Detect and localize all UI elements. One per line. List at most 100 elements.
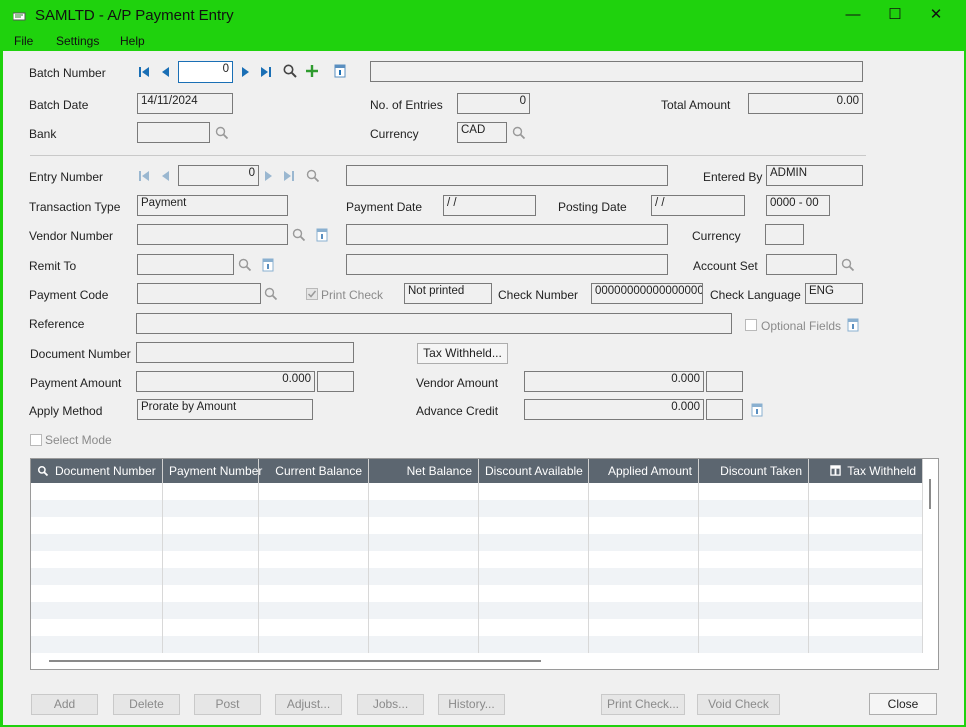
table-cell[interactable] bbox=[163, 619, 259, 636]
column-header-current-balance[interactable]: Current Balance bbox=[259, 459, 369, 483]
table-cell[interactable] bbox=[259, 568, 369, 585]
next-batch-icon[interactable] bbox=[237, 64, 253, 80]
batch-info-icon[interactable] bbox=[332, 63, 348, 79]
table-row[interactable] bbox=[31, 551, 923, 568]
table-cell[interactable] bbox=[479, 551, 589, 568]
table-cell[interactable] bbox=[31, 483, 163, 500]
column-header-discount-available[interactable]: Discount Available bbox=[479, 459, 589, 483]
table-cell[interactable] bbox=[31, 534, 163, 551]
document-number-field[interactable] bbox=[136, 342, 354, 363]
print-check-button[interactable]: Print Check... bbox=[601, 694, 685, 715]
menu-file[interactable]: File bbox=[14, 34, 33, 48]
table-cell[interactable] bbox=[699, 636, 809, 653]
table-cell[interactable] bbox=[369, 602, 479, 619]
table-cell[interactable] bbox=[809, 636, 923, 653]
vendor-info-icon[interactable] bbox=[314, 227, 330, 243]
close-window-button[interactable]: ✕ bbox=[921, 4, 951, 26]
batch-finder-icon[interactable] bbox=[282, 63, 298, 79]
search-icon[interactable] bbox=[37, 465, 49, 477]
table-row[interactable] bbox=[31, 568, 923, 585]
table-cell[interactable] bbox=[163, 517, 259, 534]
table-cell[interactable] bbox=[479, 636, 589, 653]
table-cell[interactable] bbox=[699, 517, 809, 534]
payment-code-field[interactable] bbox=[137, 283, 261, 304]
table-row[interactable] bbox=[31, 483, 923, 500]
table-cell[interactable] bbox=[699, 602, 809, 619]
minimize-button[interactable]: — bbox=[838, 4, 868, 26]
table-cell[interactable] bbox=[589, 534, 699, 551]
menu-help[interactable]: Help bbox=[120, 34, 145, 48]
table-cell[interactable] bbox=[589, 585, 699, 602]
next-entry-icon[interactable] bbox=[260, 168, 276, 184]
previous-entry-icon[interactable] bbox=[157, 168, 173, 184]
table-cell[interactable] bbox=[163, 534, 259, 551]
last-batch-icon[interactable] bbox=[258, 64, 274, 80]
table-cell[interactable] bbox=[369, 551, 479, 568]
horizontal-scrollbar[interactable] bbox=[31, 655, 923, 669]
table-cell[interactable] bbox=[259, 636, 369, 653]
table-cell[interactable] bbox=[369, 585, 479, 602]
table-cell[interactable] bbox=[699, 585, 809, 602]
table-cell[interactable] bbox=[479, 585, 589, 602]
table-cell[interactable] bbox=[259, 602, 369, 619]
tax-withheld-button[interactable]: Tax Withheld... bbox=[417, 343, 508, 364]
table-cell[interactable] bbox=[589, 551, 699, 568]
table-cell[interactable] bbox=[31, 602, 163, 619]
table-cell[interactable] bbox=[163, 585, 259, 602]
vertical-scrollbar[interactable] bbox=[923, 459, 938, 655]
table-cell[interactable] bbox=[589, 500, 699, 517]
delete-button[interactable]: Delete bbox=[113, 694, 180, 715]
table-cell[interactable] bbox=[809, 483, 923, 500]
void-check-button[interactable]: Void Check bbox=[697, 694, 780, 715]
select-mode-checkbox[interactable] bbox=[30, 434, 42, 446]
close-button[interactable]: Close bbox=[869, 693, 937, 715]
table-cell[interactable] bbox=[259, 585, 369, 602]
table-cell[interactable] bbox=[259, 483, 369, 500]
batch-description-field[interactable] bbox=[370, 61, 863, 82]
check-language-field[interactable]: ENG bbox=[805, 283, 863, 304]
table-cell[interactable] bbox=[369, 483, 479, 500]
entry-finder-icon[interactable] bbox=[305, 168, 321, 184]
table-row[interactable] bbox=[31, 619, 923, 636]
payment-code-finder-icon[interactable] bbox=[263, 286, 279, 302]
column-settings-icon[interactable] bbox=[830, 465, 842, 476]
table-cell[interactable] bbox=[809, 602, 923, 619]
column-header-payment-number[interactable]: Payment Number bbox=[163, 459, 262, 483]
new-batch-icon[interactable] bbox=[304, 63, 320, 79]
entry-description-field[interactable] bbox=[346, 165, 668, 186]
table-cell[interactable] bbox=[479, 517, 589, 534]
table-cell[interactable] bbox=[479, 568, 589, 585]
remit-to-info-icon[interactable] bbox=[260, 257, 276, 273]
table-cell[interactable] bbox=[699, 568, 809, 585]
table-row[interactable] bbox=[31, 602, 923, 619]
table-cell[interactable] bbox=[699, 551, 809, 568]
batch-date-field[interactable]: 14/11/2024 bbox=[137, 93, 233, 114]
history-button[interactable]: History... bbox=[438, 694, 505, 715]
table-cell[interactable] bbox=[369, 619, 479, 636]
table-cell[interactable] bbox=[259, 534, 369, 551]
reference-field[interactable] bbox=[136, 313, 732, 334]
column-header-tax-withheld[interactable]: Tax Withheld bbox=[809, 459, 923, 483]
entry-number-field[interactable]: 0 bbox=[178, 165, 259, 186]
check-number-field[interactable]: 000000000000000000 bbox=[591, 283, 703, 304]
print-check-checkbox[interactable] bbox=[306, 288, 318, 300]
account-set-field[interactable] bbox=[766, 254, 837, 275]
table-cell[interactable] bbox=[31, 636, 163, 653]
table-cell[interactable] bbox=[163, 636, 259, 653]
table-cell[interactable] bbox=[479, 483, 589, 500]
adjust-button[interactable]: Adjust... bbox=[275, 694, 342, 715]
table-cell[interactable] bbox=[31, 500, 163, 517]
table-cell[interactable] bbox=[163, 551, 259, 568]
vendor-finder-icon[interactable] bbox=[291, 227, 307, 243]
bank-field[interactable] bbox=[137, 122, 210, 143]
vendor-number-field[interactable] bbox=[137, 224, 288, 245]
detail-grid[interactable]: Document Number Payment Number Current B… bbox=[30, 458, 939, 670]
table-cell[interactable] bbox=[163, 568, 259, 585]
table-cell[interactable] bbox=[163, 483, 259, 500]
table-cell[interactable] bbox=[479, 602, 589, 619]
first-entry-icon[interactable] bbox=[136, 168, 152, 184]
batch-number-input[interactable]: 0 bbox=[178, 61, 233, 83]
jobs-button[interactable]: Jobs... bbox=[357, 694, 424, 715]
table-cell[interactable] bbox=[369, 636, 479, 653]
optional-fields-checkbox[interactable] bbox=[745, 319, 757, 331]
